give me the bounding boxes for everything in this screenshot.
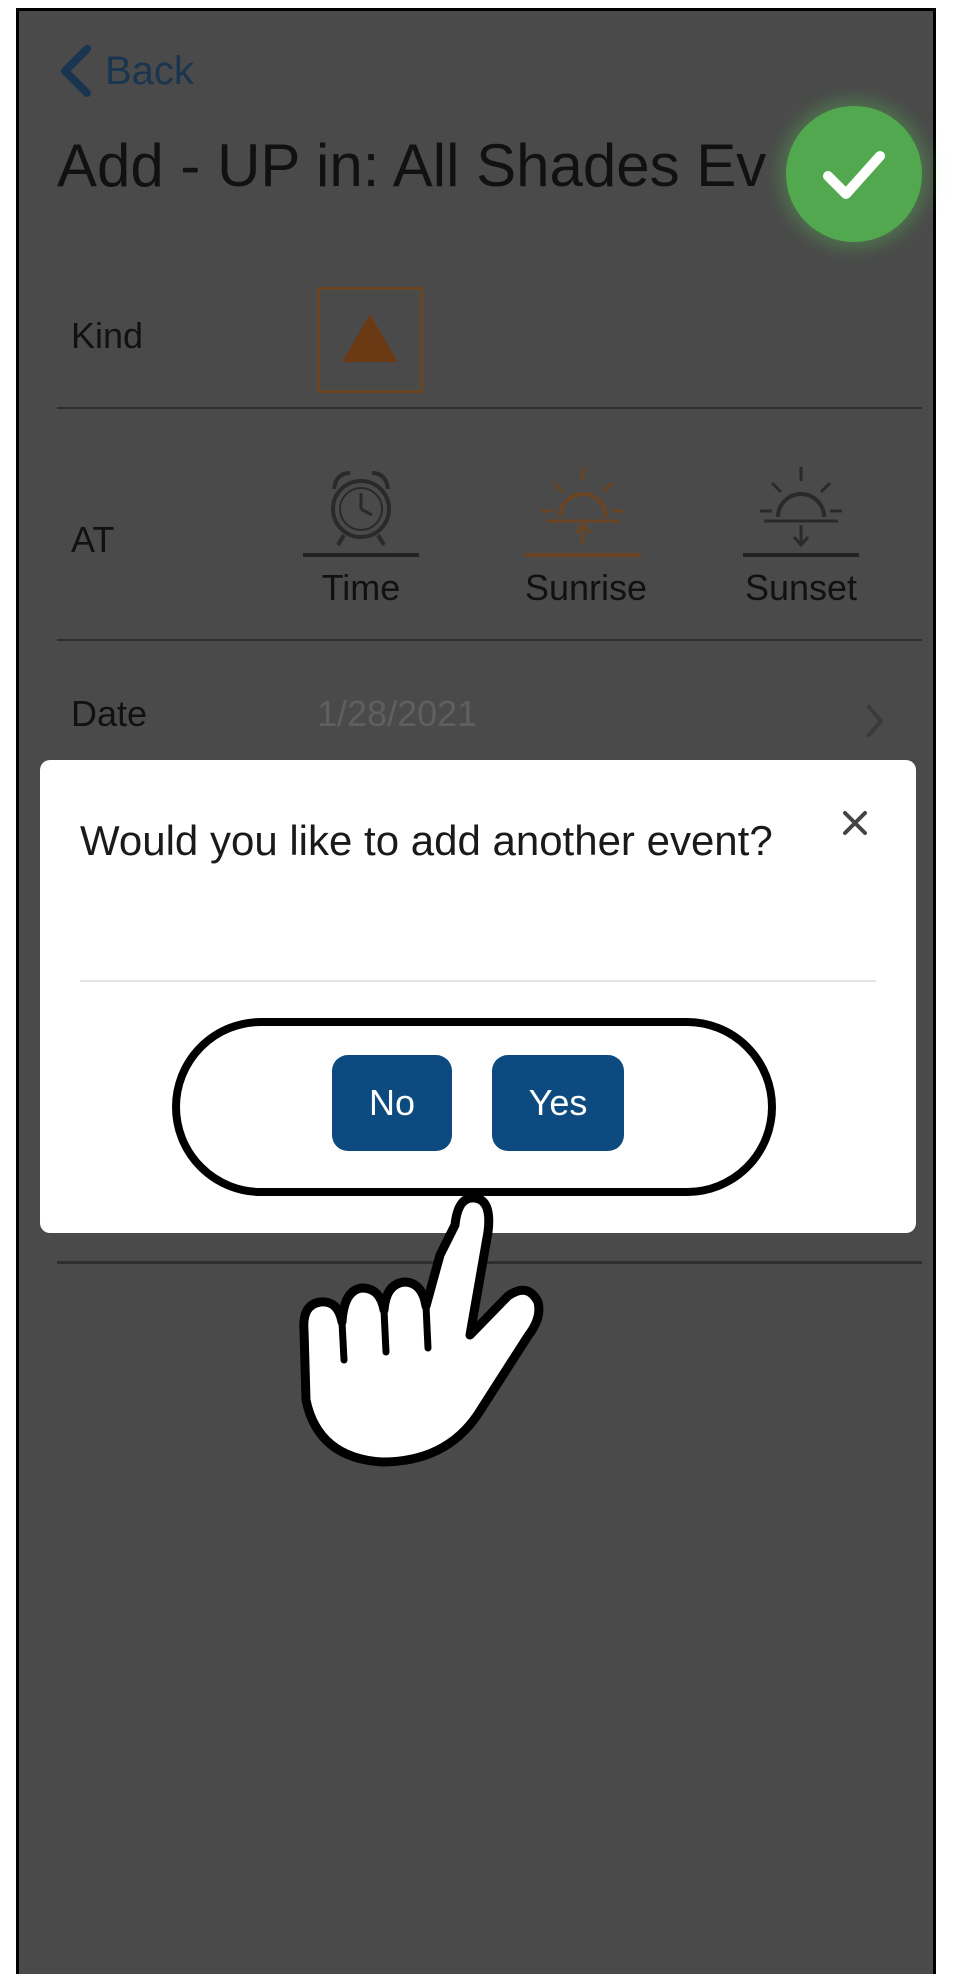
back-label: Back [105, 48, 194, 93]
divider [57, 639, 922, 641]
at-option-sunset[interactable]: Sunset [743, 459, 859, 609]
save-button[interactable] [786, 106, 922, 242]
close-icon[interactable] [842, 810, 868, 836]
add-another-event-dialog: Would you like to add another event? No … [40, 760, 916, 1233]
at-option-time[interactable]: Time [303, 459, 419, 609]
divider [57, 1261, 922, 1264]
up-triangle-icon [342, 314, 398, 362]
at-option-time-label: Time [321, 567, 401, 608]
kind-label: Kind [71, 315, 144, 356]
date-value[interactable]: 1/28/2021 [317, 693, 477, 735]
kind-up-button[interactable] [317, 287, 423, 393]
sunset-icon [760, 467, 842, 548]
at-option-sunrise[interactable]: Sunrise [525, 459, 648, 609]
yes-button[interactable]: Yes [492, 1055, 624, 1151]
back-button[interactable]: Back [59, 41, 194, 101]
dialog-message: Would you like to add another event? [80, 817, 773, 864]
dialog-divider [80, 980, 876, 982]
at-label: AT [71, 519, 115, 560]
divider [57, 407, 922, 409]
alarm-clock-icon [331, 471, 391, 547]
at-option-sunrise-label: Sunrise [525, 567, 648, 608]
date-label: Date [71, 693, 148, 734]
page-title: Add - UP in: All Shades Ev [57, 132, 767, 199]
checkmark-icon [823, 151, 885, 199]
sunrise-icon [542, 467, 624, 545]
chevron-left-icon [61, 45, 91, 97]
at-option-sunset-label: Sunset [744, 567, 858, 608]
chevron-right-icon[interactable] [865, 703, 885, 739]
no-button[interactable]: No [332, 1055, 452, 1151]
